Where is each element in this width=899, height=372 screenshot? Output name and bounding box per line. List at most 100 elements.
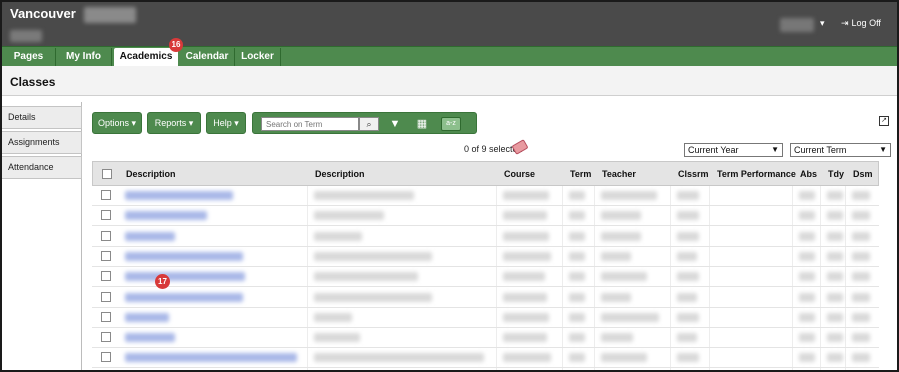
redacted-class-link[interactable] — [125, 333, 175, 343]
column-header-term[interactable]: Term — [570, 169, 591, 179]
redacted-cell — [677, 231, 699, 241]
tab-calendar[interactable]: Calendar — [180, 48, 235, 67]
popout-icon[interactable]: ↗ — [879, 116, 889, 126]
row-checkbox[interactable] — [101, 190, 111, 200]
redacted-class-link[interactable] — [125, 251, 243, 261]
grid-header: Description Description Course Term Teac… — [92, 161, 879, 186]
row-checkbox[interactable] — [101, 230, 111, 241]
row-checkbox[interactable] — [101, 271, 111, 282]
redacted-class-link[interactable] — [125, 231, 175, 241]
term-select[interactable]: Current Term ▼ — [790, 143, 891, 157]
table-row[interactable] — [92, 227, 879, 247]
redacted-cell — [827, 312, 843, 322]
row-checkbox[interactable] — [101, 250, 111, 261]
row-checkbox[interactable] — [101, 332, 111, 343]
table-row[interactable] — [92, 186, 879, 206]
redacted-class-link[interactable] — [125, 191, 233, 200]
redacted-cell — [503, 353, 551, 363]
log-off-icon: ⇥ — [841, 18, 849, 28]
page-title: Classes — [10, 75, 56, 89]
sidebar-item-attendance[interactable]: Attendance — [2, 156, 82, 179]
filter-icon[interactable]: ▼ — [386, 116, 404, 132]
row-checkbox[interactable] — [101, 291, 111, 302]
options-button[interactable]: Options ▾ — [92, 112, 142, 134]
redacted-cell — [799, 272, 815, 282]
brand-name: Vancouver — [10, 6, 76, 21]
redacted-cell — [852, 353, 870, 363]
redacted-cell — [852, 292, 870, 302]
column-header-classroom[interactable]: Clssrm — [678, 169, 709, 179]
redacted-cell — [799, 353, 815, 363]
top-header: Vancouver ▾ ⇥ Log Off — [2, 2, 897, 46]
redacted-cell — [314, 211, 384, 221]
tab-my-info[interactable]: My Info — [56, 48, 112, 67]
column-header-term-performance[interactable]: Term Performance — [717, 169, 796, 179]
column-header-description-2[interactable]: Description — [315, 169, 365, 179]
redacted-cell — [677, 333, 697, 343]
user-menu-caret-icon[interactable]: ▾ — [820, 18, 825, 29]
redacted-cell — [569, 251, 585, 261]
redacted-cell — [601, 231, 641, 241]
redacted-cell — [503, 251, 551, 261]
table-row[interactable] — [92, 267, 879, 288]
sort-az-icon[interactable]: a-z — [441, 117, 461, 131]
table-row[interactable] — [92, 348, 879, 369]
column-header-description[interactable]: Description — [126, 169, 176, 179]
table-row[interactable] — [92, 308, 879, 328]
redacted-cell — [569, 292, 585, 302]
redacted-class-link[interactable] — [125, 353, 297, 363]
tab-pages[interactable]: Pages — [2, 48, 56, 67]
redacted-cell — [601, 211, 641, 221]
search-input[interactable] — [261, 117, 359, 131]
redacted-class-link[interactable] — [125, 292, 243, 302]
year-select[interactable]: Current Year ▼ — [684, 143, 783, 157]
redacted-cell — [601, 292, 631, 302]
tab-academics[interactable]: Academics — [114, 48, 178, 67]
redacted-cell — [827, 251, 843, 261]
redacted-cell — [852, 333, 870, 343]
redacted-cell — [827, 333, 843, 343]
reports-button[interactable]: Reports ▾ — [147, 112, 201, 134]
redacted-cell — [852, 272, 870, 282]
table-row[interactable] — [92, 206, 879, 227]
column-header-dismissals[interactable]: Dsm — [853, 169, 873, 179]
redacted-cell — [503, 231, 549, 241]
table-row[interactable] — [92, 328, 879, 349]
column-header-course[interactable]: Course — [504, 169, 535, 179]
grid-body — [92, 186, 879, 370]
redacted-cell — [503, 333, 547, 343]
sidebar-item-details[interactable]: Details — [2, 106, 82, 129]
redacted-cell — [569, 231, 585, 241]
row-checkbox[interactable] — [101, 311, 111, 322]
redacted-cell — [827, 292, 843, 302]
row-checkbox[interactable] — [101, 210, 111, 221]
table-row[interactable] — [92, 288, 879, 308]
redacted-cell — [314, 191, 414, 200]
redacted-cell — [314, 251, 432, 261]
redacted-class-link[interactable] — [125, 272, 245, 282]
columns-icon[interactable]: ▦ — [413, 116, 431, 132]
redacted-user-name[interactable] — [780, 18, 814, 32]
select-all-checkbox[interactable] — [102, 169, 112, 179]
log-off-link[interactable]: ⇥ Log Off — [841, 18, 881, 29]
sidebar-item-assignments[interactable]: Assignments — [2, 131, 82, 154]
column-header-tardies[interactable]: Tdy — [828, 169, 844, 179]
academics-notification-badge: 16 — [169, 38, 183, 52]
redacted-cell — [601, 333, 633, 343]
redacted-cell — [569, 191, 585, 200]
tab-locker[interactable]: Locker — [235, 48, 281, 67]
help-button[interactable]: Help ▾ — [206, 112, 246, 134]
search-icon[interactable]: ⌕ — [359, 117, 379, 131]
redacted-cell — [852, 211, 870, 221]
annotation-marker: 17 — [155, 274, 170, 289]
redacted-cell — [314, 333, 360, 343]
redacted-class-link[interactable] — [125, 312, 169, 322]
redacted-cell — [852, 251, 870, 261]
column-header-teacher[interactable]: Teacher — [602, 169, 636, 179]
redacted-class-link[interactable] — [125, 211, 207, 221]
table-row[interactable] — [92, 247, 879, 267]
title-bar: Classes — [2, 66, 897, 96]
app-window: Vancouver ▾ ⇥ Log Off Pages My Info Acade… — [0, 0, 899, 372]
column-header-absences[interactable]: Abs — [800, 169, 817, 179]
row-checkbox[interactable] — [101, 352, 111, 363]
